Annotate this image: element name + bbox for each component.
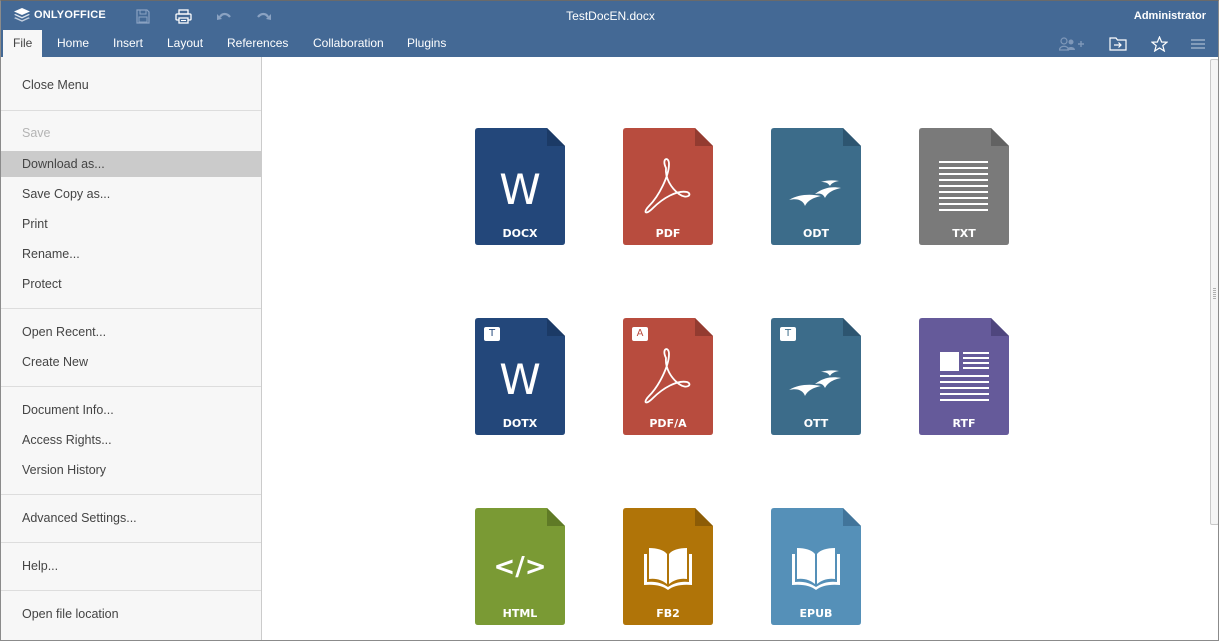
menu-save[interactable]: Save xyxy=(1,120,261,146)
tab-layout[interactable]: Layout xyxy=(157,30,213,57)
svg-text:</>: </> xyxy=(493,552,546,582)
format-epub-button[interactable]: EPUB xyxy=(771,508,861,625)
menu-rename[interactable]: Rename... xyxy=(1,241,261,267)
format-label: TXT xyxy=(952,227,976,240)
format-odt-button[interactable]: ODT xyxy=(771,128,861,245)
menu-access-rights[interactable]: Access Rights... xyxy=(1,427,261,453)
format-rtf-button[interactable]: RTF xyxy=(919,318,1009,435)
download-formats-panel: W DOCX PDF ODT TXT W T DOTX A PDF/A T OTT RTF </> HTML… xyxy=(262,57,1218,640)
menu-protect[interactable]: Protect xyxy=(1,271,261,297)
svg-text:W: W xyxy=(499,355,541,404)
tab-insert[interactable]: Insert xyxy=(103,30,153,57)
tab-references[interactable]: References xyxy=(217,30,298,57)
format-ott-button[interactable]: T OTT xyxy=(771,318,861,435)
title-bar: ONLYOFFICE TestDocEN.docx Administrator xyxy=(1,1,1218,30)
menu-version-history[interactable]: Version History xyxy=(1,457,261,483)
scrollbar-grip-icon xyxy=(1213,288,1216,300)
format-label: HTML xyxy=(502,607,538,620)
editor-window: ONLYOFFICE TestDocEN.docx Administrator … xyxy=(0,0,1219,641)
template-badge: A xyxy=(632,327,648,341)
format-docx-button[interactable]: W DOCX xyxy=(475,128,565,245)
format-label: PDF xyxy=(655,227,681,240)
menu-divider xyxy=(1,542,261,543)
format-pdf-a-button[interactable]: A PDF/A xyxy=(623,318,713,435)
format-label: FB2 xyxy=(656,607,680,620)
menu-divider xyxy=(1,590,261,591)
add-user-icon xyxy=(1059,37,1084,51)
format-label: DOTX xyxy=(502,417,538,430)
format-label: OTT xyxy=(803,417,829,430)
tab-collaboration[interactable]: Collaboration xyxy=(303,30,394,57)
template-badge: T xyxy=(484,327,500,341)
vertical-scrollbar[interactable] xyxy=(1210,59,1218,525)
format-html-button[interactable]: </> HTML xyxy=(475,508,565,625)
menu-save-copy-as[interactable]: Save Copy as... xyxy=(1,181,261,207)
user-name[interactable]: Administrator xyxy=(1134,10,1206,22)
format-txt-button[interactable]: TXT xyxy=(919,128,1009,245)
open-file-location-button[interactable] xyxy=(1105,34,1131,54)
open-location-icon xyxy=(1109,37,1127,51)
menu-open-file-location[interactable]: Open file location xyxy=(1,601,261,627)
format-label: EPUB xyxy=(799,607,833,620)
ribbon-tabs: File Home Insert Layout References Colla… xyxy=(1,30,1218,57)
menu-download-as[interactable]: Download as... xyxy=(1,151,261,177)
menu-divider xyxy=(1,110,261,111)
menu-close-menu[interactable]: Close Menu xyxy=(1,72,261,98)
hamburger-menu-icon xyxy=(1191,39,1205,49)
format-dotx-button[interactable]: W T DOTX xyxy=(475,318,565,435)
favorite-button[interactable] xyxy=(1146,34,1172,54)
format-label: RTF xyxy=(952,417,976,430)
menu-create-new[interactable]: Create New xyxy=(1,349,261,375)
tab-home[interactable]: Home xyxy=(47,30,99,57)
tab-file[interactable]: File xyxy=(3,30,43,57)
format-fb2-button[interactable]: FB2 xyxy=(623,508,713,625)
menu-open-recent[interactable]: Open Recent... xyxy=(1,319,261,345)
template-badge: T xyxy=(780,327,796,341)
favorite-star-icon xyxy=(1150,36,1168,52)
format-pdf-button[interactable]: PDF xyxy=(623,128,713,245)
format-label: DOCX xyxy=(502,227,538,240)
menu-advanced-settings[interactable]: Advanced Settings... xyxy=(1,505,261,531)
document-title: TestDocEN.docx xyxy=(566,9,655,23)
menu-divider xyxy=(1,308,261,309)
menu-print[interactable]: Print xyxy=(1,211,261,237)
menu-divider xyxy=(1,494,261,495)
add-user-button[interactable] xyxy=(1059,34,1085,54)
more-menu-button[interactable] xyxy=(1185,34,1211,54)
format-label: ODT xyxy=(803,227,829,240)
svg-text:W: W xyxy=(499,165,541,214)
format-label: PDF/A xyxy=(649,417,687,430)
menu-divider xyxy=(1,386,261,387)
menu-document-info[interactable]: Document Info... xyxy=(1,397,261,423)
menu-help[interactable]: Help... xyxy=(1,553,261,579)
tab-plugins[interactable]: Plugins xyxy=(397,30,456,57)
file-menu-panel: Close Menu Save Download as... Save Copy… xyxy=(1,57,262,640)
